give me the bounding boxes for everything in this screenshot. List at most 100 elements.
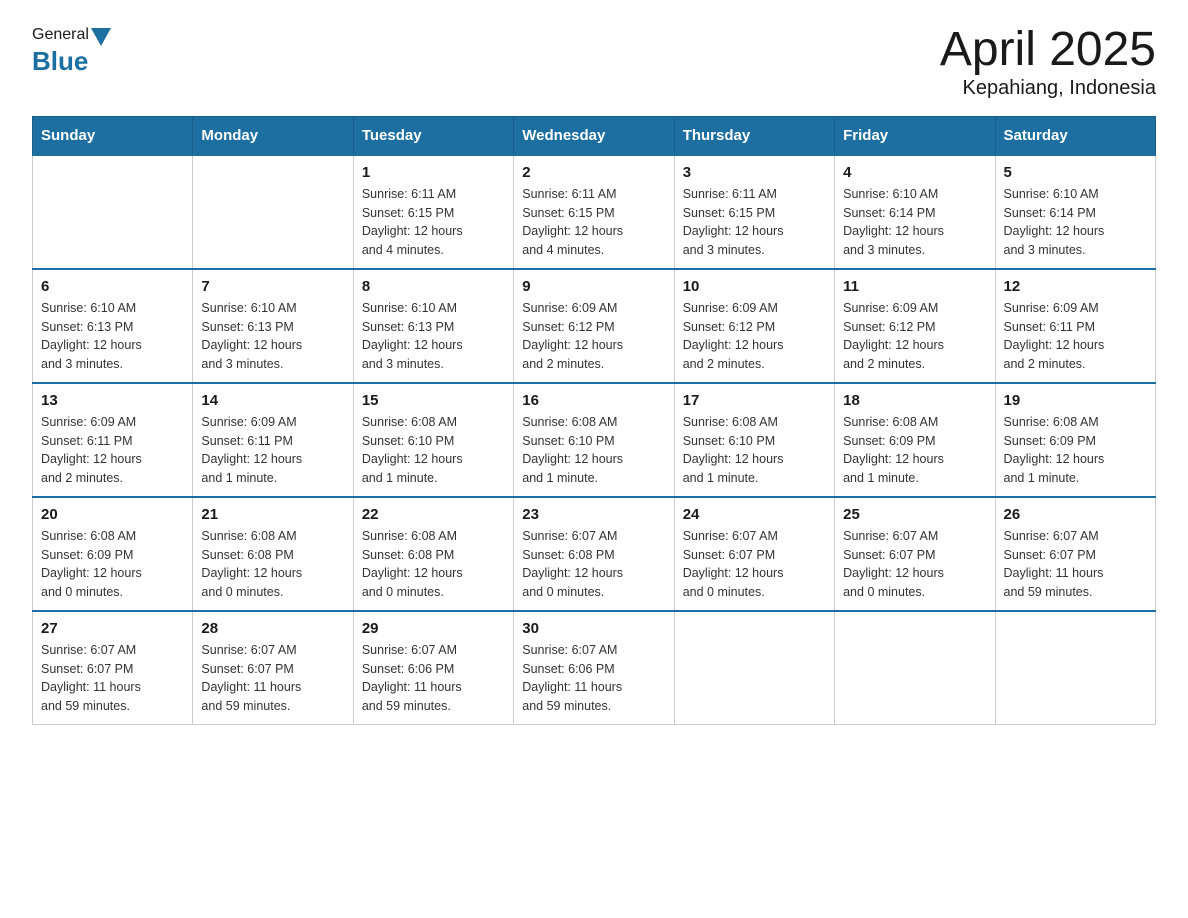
calendar-cell: 12 Sunrise: 6:09 AMSunset: 6:11 PMDayligh…	[995, 269, 1155, 383]
day-number: 22	[362, 506, 505, 523]
calendar-cell: 7 Sunrise: 6:10 AMSunset: 6:13 PMDaylight…	[193, 269, 353, 383]
calendar-week-row: 13 Sunrise: 6:09 AMSunset: 6:11 PMDayligh…	[33, 383, 1156, 497]
day-number: 4	[843, 164, 986, 181]
calendar-cell: 18 Sunrise: 6:08 AMSunset: 6:09 PMDayligh…	[835, 383, 995, 497]
calendar-cell: 23Sunrise: 6:07 AMSunset: 6:08 PMDayligh…	[514, 497, 674, 611]
day-info: Sunrise: 6:09 AMSunset: 6:11 PMDaylight:…	[41, 413, 184, 488]
calendar-cell: 13 Sunrise: 6:09 AMSunset: 6:11 PMDayligh…	[33, 383, 193, 497]
calendar-cell: 6 Sunrise: 6:10 AMSunset: 6:13 PMDaylight…	[33, 269, 193, 383]
day-info: Sunrise: 6:08 AMSunset: 6:10 PMDaylight:…	[362, 413, 505, 488]
day-info: Sunrise: 6:08 AMSunset: 6:09 PMDaylight:…	[41, 527, 184, 602]
day-info: Sunrise: 6:10 AMSunset: 6:14 PMDaylight:…	[1004, 185, 1147, 260]
calendar-cell: 26 Sunrise: 6:07 AMSunset: 6:07 PMDayligh…	[995, 497, 1155, 611]
day-number: 20	[41, 506, 184, 523]
calendar-subtitle: Kepahiang, Indonesia	[940, 77, 1156, 100]
day-info: Sunrise: 6:11 AMSunset: 6:15 PMDaylight:…	[522, 185, 665, 260]
day-info: Sunrise: 6:09 AMSunset: 6:12 PMDaylight:…	[843, 299, 986, 374]
day-number: 11	[843, 278, 986, 295]
day-info: Sunrise: 6:09 AMSunset: 6:12 PMDaylight:…	[522, 299, 665, 374]
calendar-cell: 8 Sunrise: 6:10 AMSunset: 6:13 PMDaylight…	[353, 269, 513, 383]
calendar-title: April 2025	[940, 24, 1156, 77]
day-number: 28	[201, 620, 344, 637]
calendar-cell: 19Sunrise: 6:08 AMSunset: 6:09 PMDayligh…	[995, 383, 1155, 497]
calendar-cell: 30Sunrise: 6:07 AMSunset: 6:06 PMDayligh…	[514, 611, 674, 725]
day-info: Sunrise: 6:07 AMSunset: 6:07 PMDaylight:…	[1004, 527, 1147, 602]
header-friday: Friday	[835, 116, 995, 155]
calendar-cell: 29 Sunrise: 6:07 AMSunset: 6:06 PMDayligh…	[353, 611, 513, 725]
title-block: April 2025 Kepahiang, Indonesia	[940, 24, 1156, 100]
day-number: 3	[683, 164, 826, 181]
day-info: Sunrise: 6:10 AMSunset: 6:13 PMDaylight:…	[201, 299, 344, 374]
day-info: Sunrise: 6:08 AMSunset: 6:08 PMDaylight:…	[362, 527, 505, 602]
calendar-cell: 27 Sunrise: 6:07 AMSunset: 6:07 PMDayligh…	[33, 611, 193, 725]
day-number: 5	[1004, 164, 1147, 181]
day-number: 14	[201, 392, 344, 409]
calendar-cell: 17 Sunrise: 6:08 AMSunset: 6:10 PMDayligh…	[674, 383, 834, 497]
calendar-cell: 16 Sunrise: 6:08 AMSunset: 6:10 PMDayligh…	[514, 383, 674, 497]
calendar-cell: 21 Sunrise: 6:08 AMSunset: 6:08 PMDayligh…	[193, 497, 353, 611]
day-info: Sunrise: 6:10 AMSunset: 6:13 PMDaylight:…	[41, 299, 184, 374]
day-info: Sunrise: 6:07 AMSunset: 6:07 PMDaylight:…	[843, 527, 986, 602]
calendar-cell: 20 Sunrise: 6:08 AMSunset: 6:09 PMDayligh…	[33, 497, 193, 611]
day-number: 9	[522, 278, 665, 295]
day-number: 21	[201, 506, 344, 523]
day-info: Sunrise: 6:07 AMSunset: 6:06 PMDaylight:…	[362, 641, 505, 716]
logo: General Blue	[32, 24, 111, 77]
day-info: Sunrise: 6:09 AMSunset: 6:11 PMDaylight:…	[1004, 299, 1147, 374]
calendar-week-row: 27 Sunrise: 6:07 AMSunset: 6:07 PMDayligh…	[33, 611, 1156, 725]
calendar-cell: 14 Sunrise: 6:09 AMSunset: 6:11 PMDayligh…	[193, 383, 353, 497]
day-info: Sunrise: 6:11 AMSunset: 6:15 PMDaylight:…	[683, 185, 826, 260]
day-number: 24	[683, 506, 826, 523]
calendar-cell: 4Sunrise: 6:10 AMSunset: 6:14 PMDaylight…	[835, 155, 995, 269]
day-number: 12	[1004, 278, 1147, 295]
day-info: Sunrise: 6:07 AMSunset: 6:07 PMDaylight:…	[201, 641, 344, 716]
header-wednesday: Wednesday	[514, 116, 674, 155]
logo-blue-text: Blue	[32, 46, 88, 77]
day-info: Sunrise: 6:08 AMSunset: 6:10 PMDaylight:…	[522, 413, 665, 488]
day-info: Sunrise: 6:10 AMSunset: 6:13 PMDaylight:…	[362, 299, 505, 374]
day-info: Sunrise: 6:08 AMSunset: 6:10 PMDaylight:…	[683, 413, 826, 488]
calendar-cell	[33, 155, 193, 269]
logo-arrow-icon	[91, 28, 111, 46]
calendar-cell: 11 Sunrise: 6:09 AMSunset: 6:12 PMDayligh…	[835, 269, 995, 383]
day-info: Sunrise: 6:09 AMSunset: 6:11 PMDaylight:…	[201, 413, 344, 488]
calendar-header-row: Sunday Monday Tuesday Wednesday Thursday…	[33, 116, 1156, 155]
calendar-cell: 9 Sunrise: 6:09 AMSunset: 6:12 PMDaylight…	[514, 269, 674, 383]
calendar-cell	[674, 611, 834, 725]
header-saturday: Saturday	[995, 116, 1155, 155]
calendar-cell	[995, 611, 1155, 725]
page-header: General Blue April 2025 Kepahiang, Indon…	[32, 24, 1156, 100]
day-number: 8	[362, 278, 505, 295]
calendar-cell: 24 Sunrise: 6:07 AMSunset: 6:07 PMDayligh…	[674, 497, 834, 611]
header-tuesday: Tuesday	[353, 116, 513, 155]
day-number: 18	[843, 392, 986, 409]
day-info: Sunrise: 6:08 AMSunset: 6:08 PMDaylight:…	[201, 527, 344, 602]
day-number: 29	[362, 620, 505, 637]
calendar-table: Sunday Monday Tuesday Wednesday Thursday…	[32, 116, 1156, 725]
header-thursday: Thursday	[674, 116, 834, 155]
calendar-cell: 3 Sunrise: 6:11 AMSunset: 6:15 PMDaylight…	[674, 155, 834, 269]
calendar-week-row: 20 Sunrise: 6:08 AMSunset: 6:09 PMDayligh…	[33, 497, 1156, 611]
calendar-cell: 2 Sunrise: 6:11 AMSunset: 6:15 PMDaylight…	[514, 155, 674, 269]
day-number: 7	[201, 278, 344, 295]
day-info: Sunrise: 6:09 AMSunset: 6:12 PMDaylight:…	[683, 299, 826, 374]
day-info: Sunrise: 6:07 AMSunset: 6:07 PMDaylight:…	[683, 527, 826, 602]
day-info: Sunrise: 6:08 AMSunset: 6:09 PMDaylight:…	[843, 413, 986, 488]
day-info: Sunrise: 6:11 AMSunset: 6:15 PMDaylight:…	[362, 185, 505, 260]
day-number: 6	[41, 278, 184, 295]
day-number: 27	[41, 620, 184, 637]
day-number: 19	[1004, 392, 1147, 409]
day-number: 16	[522, 392, 665, 409]
calendar-cell: 5 Sunrise: 6:10 AMSunset: 6:14 PMDaylight…	[995, 155, 1155, 269]
calendar-week-row: 6 Sunrise: 6:10 AMSunset: 6:13 PMDaylight…	[33, 269, 1156, 383]
day-number: 23	[522, 506, 665, 523]
day-number: 10	[683, 278, 826, 295]
calendar-cell	[835, 611, 995, 725]
day-number: 13	[41, 392, 184, 409]
day-number: 2	[522, 164, 665, 181]
logo-general-text: General	[32, 26, 89, 44]
day-number: 26	[1004, 506, 1147, 523]
day-info: Sunrise: 6:07 AMSunset: 6:07 PMDaylight:…	[41, 641, 184, 716]
calendar-week-row: 1Sunrise: 6:11 AMSunset: 6:15 PMDaylight…	[33, 155, 1156, 269]
day-number: 17	[683, 392, 826, 409]
